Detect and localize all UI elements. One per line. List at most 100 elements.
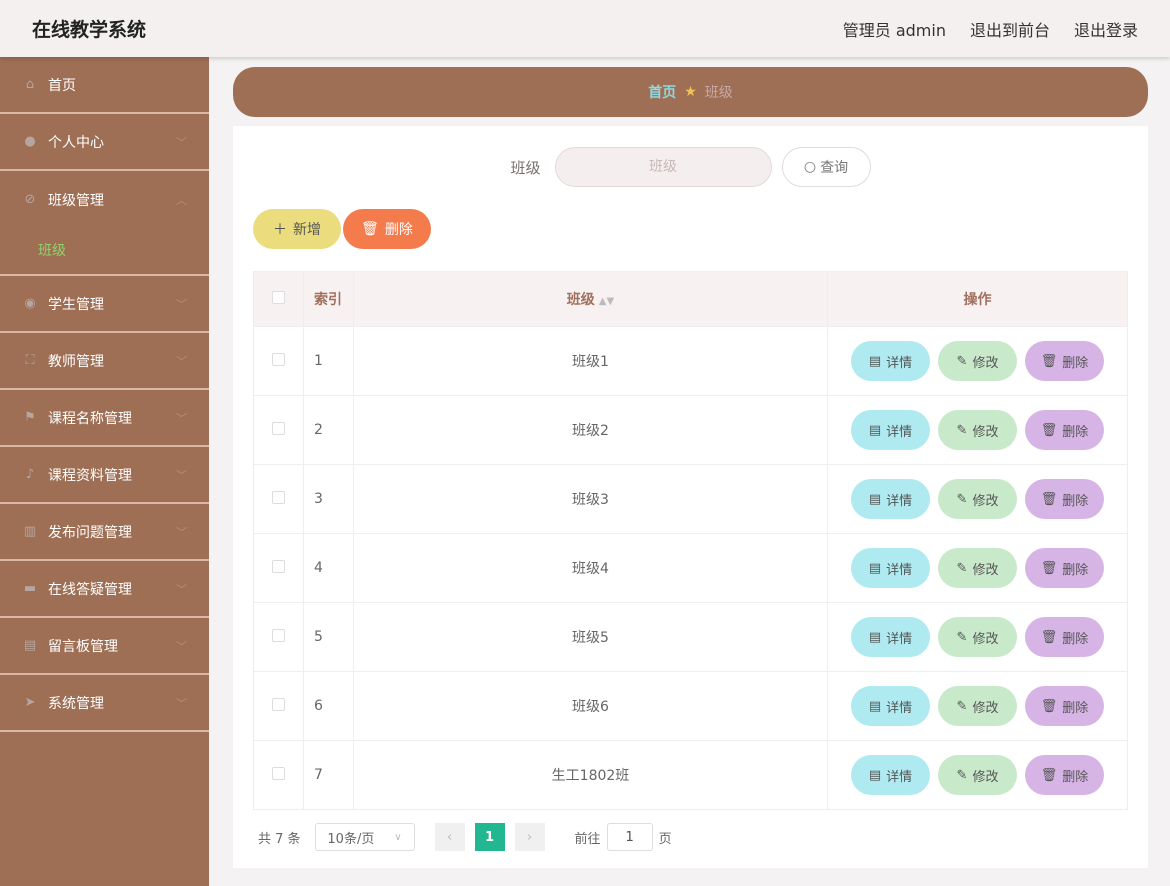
add-button[interactable]: ＋ 新增	[253, 209, 341, 249]
page-1-button[interactable]: 1	[474, 823, 505, 851]
sidebar-item-3[interactable]: ◉ 学生管理 ﹀	[0, 276, 209, 333]
document-icon: ▤	[868, 353, 882, 369]
edit-button[interactable]: ✎ 修改	[938, 617, 1017, 657]
content-card: 班级 ○查询 ＋新增 🗑删除 索引 班级▲▼ 操作 1 班级1 ▤详情 ✎修改 …	[233, 126, 1148, 868]
sidebar-item-label: 学生管理	[48, 296, 104, 313]
delete-button[interactable]: 🗑 删除	[1025, 410, 1104, 450]
detail-button[interactable]: ▤ 详情	[851, 686, 930, 726]
page-size-select[interactable]: 10条/页 ∨	[314, 823, 415, 851]
sidebar-item-2[interactable]: ⊘ 班级管理 ︿	[0, 171, 209, 228]
logout-link[interactable]: 退出登录	[1074, 17, 1138, 41]
row-checkbox[interactable]	[272, 352, 285, 366]
batch-delete-button[interactable]: 🗑 删除	[343, 209, 431, 249]
detail-label: 详情	[886, 424, 913, 440]
chevron-down-icon: ﹀	[176, 468, 187, 482]
table-row: 4 班级4 ▤ 详情 ✎ 修改 🗑 删除	[253, 533, 1128, 603]
chevron-up-icon: ︿	[176, 193, 187, 207]
admin-user[interactable]: 管理员 admin	[843, 17, 946, 41]
page-suffix: 页	[658, 831, 672, 847]
goto-page-input[interactable]	[606, 823, 653, 851]
sidebar-item-8[interactable]: ▬ 在线答疑管理 ﹀	[0, 561, 209, 618]
delete-button[interactable]: 🗑 删除	[1025, 341, 1104, 381]
pencil-icon: ✎	[956, 422, 968, 438]
document-icon: ▤	[868, 698, 882, 714]
row-index: 5	[303, 602, 354, 672]
detail-label: 详情	[886, 631, 913, 647]
pencil-icon: ✎	[956, 353, 968, 369]
page-size-value: 10条/页	[327, 831, 375, 847]
row-checkbox[interactable]	[272, 421, 285, 435]
row-checkbox[interactable]	[272, 697, 285, 711]
select-all-checkbox[interactable]	[272, 290, 285, 304]
class-search-input[interactable]	[554, 147, 772, 187]
detail-button[interactable]: ▤ 详情	[851, 341, 930, 381]
sidebar-item-label: 个人中心	[48, 134, 104, 151]
sidebar-item-label: 课程资料管理	[48, 467, 132, 484]
sidebar-item-10[interactable]: ➤ 系统管理 ﹀	[0, 675, 209, 732]
breadcrumb: 首页 ★ 班级	[233, 67, 1148, 117]
class-icon: ⊘	[24, 192, 36, 207]
header-class[interactable]: 班级 ▲▼	[353, 271, 828, 327]
detail-button[interactable]: ▤ 详情	[851, 548, 930, 588]
trash-icon: 🗑	[1040, 353, 1058, 369]
detail-button[interactable]: ▤ 详情	[851, 410, 930, 450]
sidebar-item-1[interactable]: ● 个人中心 ﹀	[0, 114, 209, 171]
detail-button[interactable]: ▤ 详情	[851, 479, 930, 519]
sidebar-item-4[interactable]: ⛶ 教师管理 ﹀	[0, 333, 209, 390]
pagination: 共 7 条 10条/页 ∨ ‹ 1 › 前往 页	[258, 823, 672, 851]
delete-button[interactable]: 🗑 删除	[1025, 617, 1104, 657]
sidebar-item-7[interactable]: ▥ 发布问题管理 ﹀	[0, 504, 209, 561]
edit-button[interactable]: ✎ 修改	[938, 548, 1017, 588]
chevron-down-icon: ﹀	[176, 411, 187, 425]
search-button[interactable]: ○ 查询	[781, 147, 871, 187]
sidebar-item-0[interactable]: ⌂ 首页	[0, 57, 209, 114]
edit-button[interactable]: ✎ 修改	[938, 686, 1017, 726]
row-checkbox[interactable]	[272, 628, 285, 642]
pencil-icon: ✎	[956, 629, 968, 645]
edit-button[interactable]: ✎ 修改	[938, 341, 1017, 381]
row-checkbox[interactable]	[272, 490, 285, 504]
next-page-button[interactable]: ›	[514, 823, 545, 851]
detail-label: 详情	[886, 700, 913, 716]
delete-button[interactable]: 🗑 删除	[1025, 686, 1104, 726]
delete-button[interactable]: 🗑 删除	[1025, 548, 1104, 588]
breadcrumb-home[interactable]: 首页	[648, 82, 676, 102]
sidebar-item-5[interactable]: ⚑ 课程名称管理 ﹀	[0, 390, 209, 447]
delete-label: 删除	[1062, 424, 1089, 440]
star-icon: ★	[684, 84, 697, 100]
header-class-label: 班级	[566, 292, 595, 308]
row-index: 6	[303, 671, 354, 741]
edit-button[interactable]: ✎ 修改	[938, 410, 1017, 450]
flag-icon: ⚑	[24, 410, 36, 425]
edit-button[interactable]: ✎ 修改	[938, 479, 1017, 519]
pencil-icon: ✎	[956, 698, 968, 714]
prev-page-button[interactable]: ‹	[434, 823, 465, 851]
detail-button[interactable]: ▤ 详情	[851, 755, 930, 795]
delete-label: 删除	[384, 222, 413, 238]
add-label: 新增	[293, 222, 321, 238]
front-link[interactable]: 退出到前台	[970, 17, 1050, 41]
chevron-down-icon: ﹀	[176, 135, 187, 149]
sidebar-subitem-class[interactable]: 班级	[0, 226, 209, 276]
chart-icon: ▥	[23, 524, 37, 539]
sidebar-item-6[interactable]: ♪ 课程资料管理 ﹀	[0, 447, 209, 504]
sidebar-item-label: 班级管理	[48, 192, 104, 209]
sidebar-item-9[interactable]: ▤ 留言板管理 ﹀	[0, 618, 209, 675]
document-icon: ▤	[868, 767, 882, 783]
pencil-icon: ✎	[956, 560, 968, 576]
detail-button[interactable]: ▤ 详情	[851, 617, 930, 657]
sort-icon[interactable]: ▲▼	[599, 296, 614, 307]
document-icon: ▤	[868, 422, 882, 438]
row-checkbox[interactable]	[272, 559, 285, 573]
delete-button[interactable]: 🗑 删除	[1025, 479, 1104, 519]
delete-button[interactable]: 🗑 删除	[1025, 755, 1104, 795]
user-icon: ●	[24, 134, 36, 149]
document-icon: ▤	[868, 491, 882, 507]
ticket-icon: ▬	[23, 581, 37, 596]
sidebar-item-label: 首页	[48, 77, 76, 94]
edit-button[interactable]: ✎ 修改	[938, 755, 1017, 795]
row-checkbox[interactable]	[272, 766, 285, 780]
sidebar-item-label: 留言板管理	[48, 638, 118, 655]
trash-icon: 🗑	[1040, 560, 1058, 576]
delete-label: 删除	[1062, 631, 1089, 647]
